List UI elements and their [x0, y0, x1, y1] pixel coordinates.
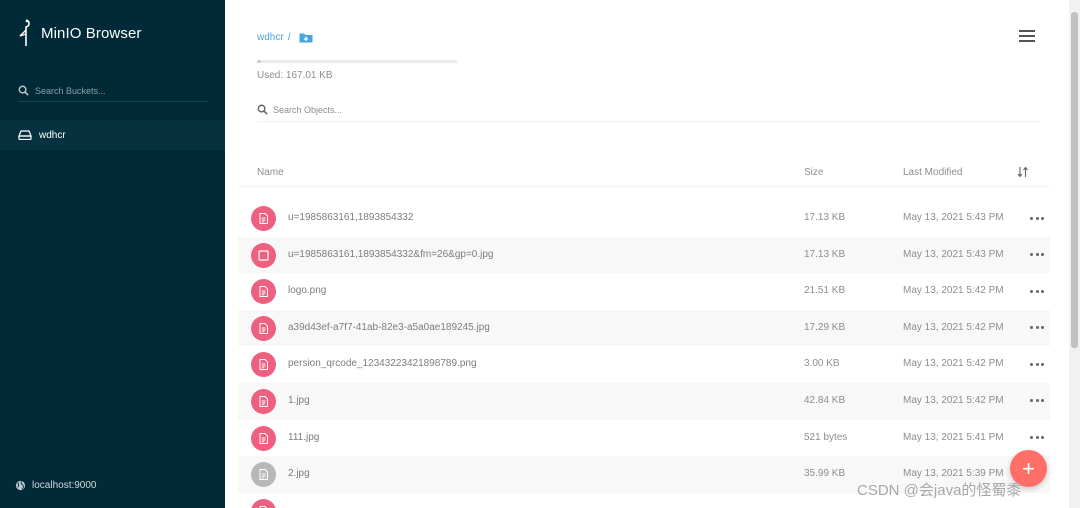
table-header: Name Size Last Modified	[238, 160, 1050, 187]
storage-usage-fill	[257, 60, 261, 63]
file-icon	[259, 359, 268, 371]
object-size: 17.29 KB	[804, 321, 846, 333]
file-icon	[259, 432, 268, 444]
bucket-search-placeholder: Search Buckets...	[35, 85, 106, 96]
file-icon	[259, 469, 268, 481]
drive-icon	[18, 130, 32, 140]
row-more-options-icon[interactable]	[1030, 250, 1044, 260]
object-name[interactable]: u=1985863161,1893854332	[288, 212, 413, 223]
object-last-modified: May 13, 2021 5:42 PM	[903, 285, 1004, 297]
page-scrollbar[interactable]	[1069, 0, 1080, 508]
file-icon	[259, 322, 268, 334]
file-type-icon[interactable]	[251, 206, 276, 231]
file-type-icon[interactable]	[251, 462, 276, 488]
host-address: localhost:9000	[32, 480, 97, 491]
menu-line	[1019, 35, 1035, 37]
breadcrumb-separator: /	[287, 32, 291, 43]
file-type-icon[interactable]	[251, 242, 276, 268]
object-last-modified: May 13, 2021 5:42 PM	[903, 358, 1004, 370]
sidebar: MinIO Browser Search Buckets... wdhcr lo…	[0, 0, 225, 508]
globe-icon	[15, 480, 26, 491]
add-folder-icon[interactable]	[299, 32, 313, 43]
table-row[interactable]: 111.jpg 521 bytes May 13, 2021 5:41 PM	[238, 420, 1050, 457]
sort-icon[interactable]	[1017, 166, 1029, 178]
breadcrumb-bucket[interactable]: wdhcr	[257, 32, 284, 43]
object-last-modified: May 13, 2021 5:43 PM	[903, 248, 1004, 260]
object-search-placeholder: Search Objects...	[273, 104, 343, 115]
row-more-options-icon[interactable]	[1030, 359, 1044, 369]
object-last-modified: May 13, 2021 5:41 PM	[903, 431, 1004, 443]
object-search-input[interactable]: Search Objects...	[257, 98, 1040, 122]
object-size: 42.84 KB	[804, 394, 846, 406]
search-icon	[18, 85, 29, 96]
host-indicator: localhost:9000	[15, 480, 97, 491]
sidebar-item-bucket[interactable]: wdhcr	[0, 120, 225, 150]
object-size: 17.13 KB	[804, 212, 846, 223]
menu-line	[1019, 40, 1035, 42]
object-last-modified: May 13, 2021 5:39 PM	[903, 468, 1004, 480]
object-last-modified: May 13, 2021 5:42 PM	[903, 394, 1004, 406]
object-list: u=1985863161,1893854332 17.13 KB May 13, 2…	[238, 200, 1050, 508]
table-row[interactable]: persion_qrcode_12343223421898789.png 3.00…	[238, 346, 1050, 383]
file-type-icon[interactable]	[251, 279, 276, 305]
file-icon	[259, 395, 268, 407]
table-row[interactable]: u=1985863161,1893854332 17.13 KB May 13, 2…	[238, 200, 1050, 237]
brand[interactable]: MinIO Browser	[17, 18, 142, 48]
breadcrumb: wdhcr /	[257, 32, 313, 43]
column-header-last-modified[interactable]: Last Modified	[903, 167, 962, 178]
column-header-name[interactable]: Name	[257, 167, 284, 178]
object-name[interactable]: 111.jpg	[288, 432, 319, 443]
file-type-icon[interactable]	[251, 388, 276, 414]
menu-line	[1019, 30, 1035, 32]
object-size: 21.51 KB	[804, 285, 846, 297]
search-icon	[257, 104, 268, 115]
storage-used-label: Used: 167.01 KB	[257, 70, 333, 81]
hamburger-menu-button[interactable]	[1019, 30, 1035, 44]
main-content: wdhcr / Used: 167.01 KB Search Objects..…	[225, 0, 1080, 508]
file-type-icon[interactable]	[251, 315, 276, 341]
bucket-name: wdhcr	[39, 129, 66, 141]
object-name[interactable]: u=1985863161,1893854332&fm=26&gp=0.jpg	[288, 249, 493, 260]
minio-logo-icon	[19, 19, 30, 46]
bucket-search-input[interactable]: Search Buckets...	[18, 80, 208, 102]
row-more-options-icon[interactable]	[1030, 213, 1044, 223]
object-size: 35.99 KB	[804, 468, 846, 480]
file-type-icon[interactable]	[251, 498, 276, 508]
object-size: 17.13 KB	[804, 248, 846, 260]
square-icon	[258, 249, 269, 261]
object-last-modified: May 13, 2021 5:42 PM	[903, 321, 1004, 333]
object-name[interactable]: a39d43ef-a7f7-41ab-82e3-a5a0ae189245.jpg	[288, 322, 490, 333]
table-row[interactable]: 1.jpg 42.84 KB May 13, 2021 5:42 PM	[238, 382, 1050, 420]
object-name[interactable]: logo.png	[288, 285, 326, 296]
file-icon	[259, 213, 268, 224]
object-size: 521 bytes	[804, 431, 848, 443]
file-icon	[259, 286, 268, 298]
table-row[interactable]: logo.png 21.51 KB May 13, 2021 5:42 PM	[238, 273, 1050, 310]
scrollbar-thumb[interactable]	[1071, 12, 1078, 348]
table-row[interactable]: a39d43ef-a7f7-41ab-82e3-a5a0ae189245.jpg…	[238, 309, 1050, 347]
row-more-options-icon[interactable]	[1030, 286, 1044, 296]
object-size: 3.00 KB	[804, 358, 840, 370]
file-type-icon[interactable]	[251, 425, 276, 451]
column-header-size[interactable]: Size	[804, 167, 823, 178]
watermark: CSDN @会java的怪蜀黍	[857, 482, 1022, 499]
brand-title: MinIO Browser	[41, 24, 142, 42]
row-more-options-icon[interactable]	[1030, 396, 1044, 406]
row-more-options-icon[interactable]	[1030, 433, 1044, 443]
object-name[interactable]: persion_qrcode_12343223421898789.png	[288, 358, 477, 369]
storage-usage-bar	[257, 60, 457, 63]
table-row[interactable]: u=1985863161,1893854332&fm=26&gp=0.jpg 17…	[238, 236, 1050, 274]
object-last-modified: May 13, 2021 5:43 PM	[903, 212, 1004, 223]
object-name[interactable]: 1.jpg	[288, 395, 310, 406]
row-more-options-icon[interactable]	[1030, 323, 1044, 333]
file-type-icon[interactable]	[251, 352, 276, 378]
object-name[interactable]: 2.jpg	[288, 468, 310, 479]
